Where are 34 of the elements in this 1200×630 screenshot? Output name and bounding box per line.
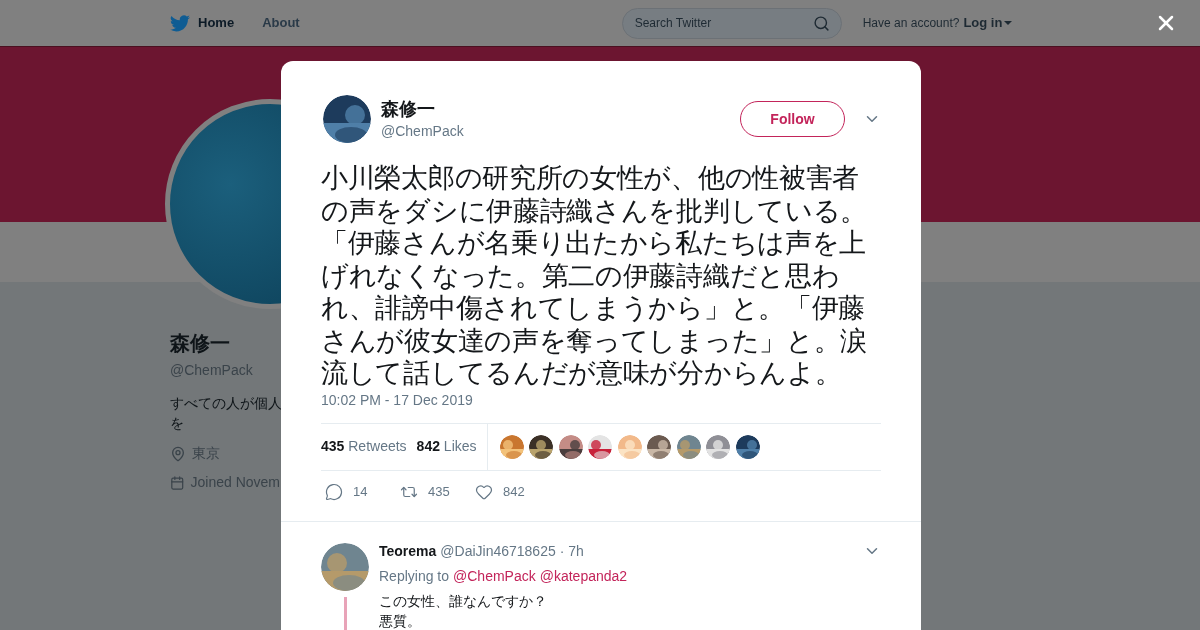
- bird-icon: [170, 14, 190, 32]
- nav-link[interactable]: About: [262, 13, 300, 33]
- replying-label: Replying to: [379, 566, 450, 586]
- author-name: 森修一: [381, 97, 436, 121]
- profile-name: 森修一: [170, 331, 231, 356]
- thread-line: [343, 596, 347, 630]
- profile-handle: @ChemPack: [170, 361, 254, 380]
- stat-link[interactable]: 842 Likes: [416, 436, 477, 457]
- mention-link[interactable]: @katepanda2: [539, 565, 628, 587]
- speech-bubble-icon: [325, 482, 343, 501]
- reply-author-name: Teorema: [379, 541, 437, 561]
- calendar-icon: [170, 474, 185, 491]
- reply-text: この女性、誰なんですか？: [379, 591, 548, 611]
- heart-icon: [475, 482, 493, 501]
- like-button[interactable]: 842: [475, 481, 525, 502]
- account-prompt: Have an account?: [862, 15, 960, 32]
- reply-age: · 7h: [559, 541, 584, 561]
- profile-joined: Joined Novem: [190, 473, 280, 492]
- author-handle: @ChemPack: [381, 121, 464, 141]
- reply-text: 悪質。: [379, 611, 422, 630]
- nav-link[interactable]: Home: [170, 13, 235, 33]
- retweet-button[interactable]: 435: [400, 481, 450, 502]
- stat-link[interactable]: 435 Retweets: [321, 436, 407, 457]
- tweet-text: 小川榮太郎の研究所の女性が、他の性被害者の声をダシに伊藤詩織さんを批判している。「伊藤さんが名乗り出たから私たちは声を上げれなくなった。第二の伊藤詩織だと思われ、誹謗中傷されてしまうから」と。「伊藤さんが彼女達の声を奪ってしまった」と。涙流して話してるんだが意味が分からんよ。: [321, 162, 868, 390]
- login-link[interactable]: Log in: [963, 13, 1013, 33]
- profile-bio: すべての人が個人: [170, 394, 280, 413]
- profile-bio: を: [170, 414, 185, 433]
- reply-author-handle: @DaiJin46718625: [440, 541, 556, 561]
- reply-button[interactable]: 14: [325, 481, 375, 502]
- mention-link[interactable]: @ChemPack: [453, 565, 536, 587]
- search-field[interactable]: Search Twitter: [621, 7, 842, 39]
- search-icon: [812, 14, 830, 32]
- tweet-time: 10:02 PM - 17 Dec 2019: [321, 390, 474, 410]
- location-icon: [170, 445, 186, 462]
